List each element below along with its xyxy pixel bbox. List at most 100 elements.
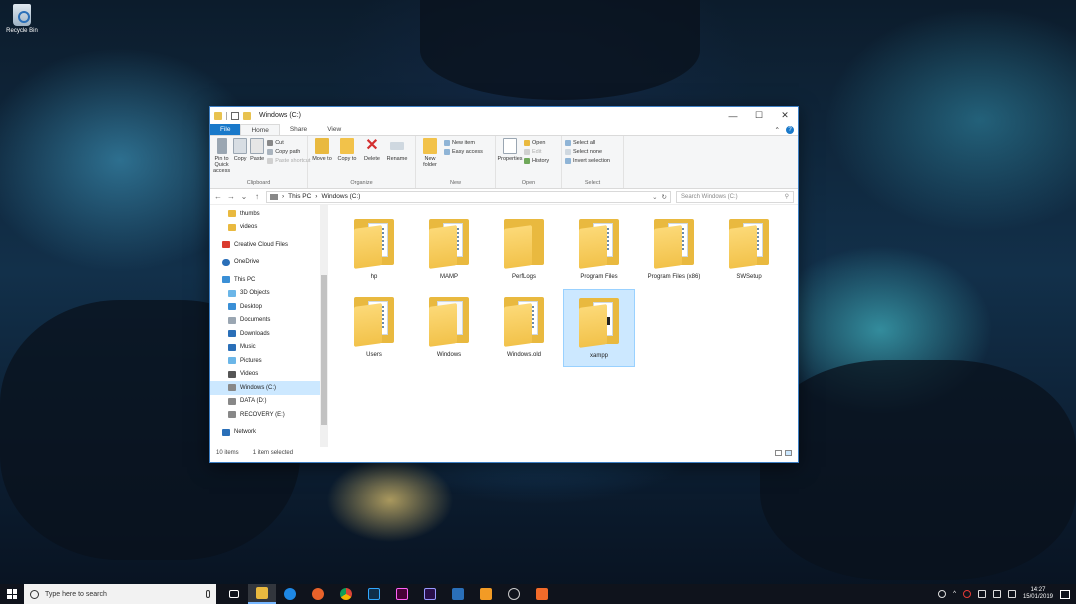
nav-item-thumbs[interactable]: thumbs <box>210 207 328 221</box>
tab-home[interactable]: Home <box>240 124 280 135</box>
language-icon[interactable] <box>1007 590 1016 598</box>
invert-selection-button[interactable]: Invert selection <box>565 158 610 164</box>
tab-view[interactable]: View <box>317 124 351 135</box>
open-button[interactable]: Open <box>524 140 549 146</box>
history-button[interactable]: History <box>524 158 549 164</box>
address-bar[interactable]: › This PC › Windows (C:) ⌄ ↻ <box>266 190 671 203</box>
nav-item-creative-cloud[interactable]: Creative Cloud Files <box>210 238 328 252</box>
task-view-icon[interactable] <box>220 584 248 604</box>
move-to-button[interactable]: Move to <box>311 138 333 179</box>
close-button[interactable]: ✕ <box>772 107 798 124</box>
start-button[interactable] <box>0 584 24 604</box>
chevron-up-icon[interactable]: ⌃ <box>775 126 780 134</box>
documents-icon <box>228 316 236 324</box>
folder-item[interactable]: Program Files (x86) <box>638 211 710 289</box>
edit-button[interactable]: Edit <box>524 149 549 155</box>
copy-button[interactable]: Copy <box>233 138 248 179</box>
edge-icon[interactable] <box>276 584 304 604</box>
nav-item-windows-c[interactable]: Windows (C:) <box>210 381 328 395</box>
properties-icon[interactable] <box>231 111 239 120</box>
edit-icon <box>524 149 530 155</box>
new-folder-button[interactable]: New folder <box>419 138 441 179</box>
back-arrow-icon[interactable]: ← <box>214 192 222 201</box>
microphone-icon[interactable] <box>206 590 210 598</box>
pin-quick-access-button[interactable]: Pin to Quick access <box>213 138 230 179</box>
nav-scrollbar[interactable] <box>320 205 328 447</box>
nav-item-videos[interactable]: Videos <box>210 368 328 382</box>
paste-button[interactable]: Paste <box>250 138 264 179</box>
xampp-icon[interactable] <box>528 584 556 604</box>
premiere-icon[interactable] <box>416 584 444 604</box>
delete-button[interactable]: ✕ Delete <box>361 138 383 179</box>
adobe-xd-icon[interactable] <box>388 584 416 604</box>
folder-item[interactable]: Windows <box>413 289 485 367</box>
nav-item-music[interactable]: Music <box>210 341 328 355</box>
nav-item-desktop[interactable]: Desktop <box>210 300 328 314</box>
nav-item-network[interactable]: Network <box>210 426 328 440</box>
up-arrow-icon[interactable]: ↑ <box>253 192 261 201</box>
refresh-icon[interactable]: ↻ <box>662 193 667 201</box>
volume-icon[interactable] <box>992 590 1001 598</box>
creative-cloud-icon <box>222 241 230 249</box>
recent-chevron-icon[interactable]: ⌄ <box>240 192 248 201</box>
network-icon[interactable] <box>977 590 986 598</box>
folder-icon <box>502 293 546 347</box>
visual-studio-icon[interactable] <box>444 584 472 604</box>
folder-item-selected[interactable]: xampp <box>563 289 635 367</box>
nav-item-pictures[interactable]: Pictures <box>210 354 328 368</box>
paste-shortcut-button[interactable]: Paste shortcut <box>267 158 310 164</box>
folder-item[interactable]: Program Files <box>563 211 635 289</box>
forward-arrow-icon[interactable]: → <box>227 192 235 201</box>
antivirus-icon[interactable] <box>962 590 971 598</box>
nav-item-recovery-e[interactable]: RECOVERY (E:) <box>210 408 328 422</box>
sublime-icon[interactable] <box>472 584 500 604</box>
clock[interactable]: 14:27 15/01/2019 <box>1023 587 1053 601</box>
photoshop-icon[interactable] <box>360 584 388 604</box>
folder-item[interactable]: Users <box>338 289 410 367</box>
easy-access-button[interactable]: Easy access <box>444 149 483 155</box>
scrollbar-thumb[interactable] <box>321 275 327 425</box>
app-icon[interactable] <box>500 584 528 604</box>
breadcrumb-windows-c[interactable]: Windows (C:) <box>321 193 360 200</box>
folder-item[interactable]: SWSetup <box>713 211 785 289</box>
nav-item-videos-folder[interactable]: videos <box>210 221 328 235</box>
new-folder-icon[interactable] <box>243 111 251 120</box>
nav-item-data-d[interactable]: DATA (D:) <box>210 395 328 409</box>
nav-item-3d-objects[interactable]: 3D Objects <box>210 287 328 301</box>
new-item-button[interactable]: New item <box>444 140 483 146</box>
tab-file[interactable]: File <box>210 124 241 135</box>
nav-item-documents[interactable]: Documents <box>210 314 328 328</box>
folder-item[interactable]: MAMP <box>413 211 485 289</box>
notification-icon[interactable] <box>1060 589 1070 599</box>
chrome-icon[interactable] <box>332 584 360 604</box>
taskbar-search[interactable]: Type here to search <box>24 584 216 604</box>
people-icon[interactable] <box>938 590 947 598</box>
minimize-button[interactable]: — <box>720 107 746 124</box>
details-view-icon[interactable] <box>775 449 782 456</box>
rename-button[interactable]: Rename <box>386 138 408 179</box>
help-icon[interactable]: ? <box>786 125 794 134</box>
maximize-button[interactable]: ☐ <box>746 107 772 124</box>
title-bar[interactable]: Windows (C:) — ☐ ✕ <box>210 107 798 124</box>
folder-item[interactable]: hp <box>338 211 410 289</box>
folder-item[interactable]: Windows.old <box>488 289 560 367</box>
chevron-up-icon[interactable]: ^ <box>953 591 956 597</box>
nav-item-downloads[interactable]: Downloads <box>210 327 328 341</box>
breadcrumb-this-pc[interactable]: This PC <box>288 193 311 200</box>
nav-item-onedrive[interactable]: OneDrive <box>210 256 328 270</box>
copy-path-button[interactable]: Copy path <box>267 149 310 155</box>
select-none-button[interactable]: Select none <box>565 149 610 155</box>
tab-share[interactable]: Share <box>280 124 317 135</box>
folder-item[interactable]: PerfLogs <box>488 211 560 289</box>
select-all-button[interactable]: Select all <box>565 140 610 146</box>
recycle-bin-shortcut[interactable]: Recycle Bin <box>4 4 40 34</box>
dropdown-chevron-icon[interactable]: ⌄ <box>652 193 657 201</box>
file-explorer-icon[interactable] <box>248 584 276 604</box>
cut-button[interactable]: Cut <box>267 140 310 146</box>
properties-button[interactable]: Properties <box>497 138 523 179</box>
search-input[interactable]: Search Windows (C:) ⚲ <box>676 190 794 203</box>
firefox-icon[interactable] <box>304 584 332 604</box>
large-icons-view-icon[interactable] <box>785 449 792 456</box>
copy-to-button[interactable]: Copy to <box>336 138 358 179</box>
nav-item-this-pc[interactable]: This PC <box>210 273 328 287</box>
